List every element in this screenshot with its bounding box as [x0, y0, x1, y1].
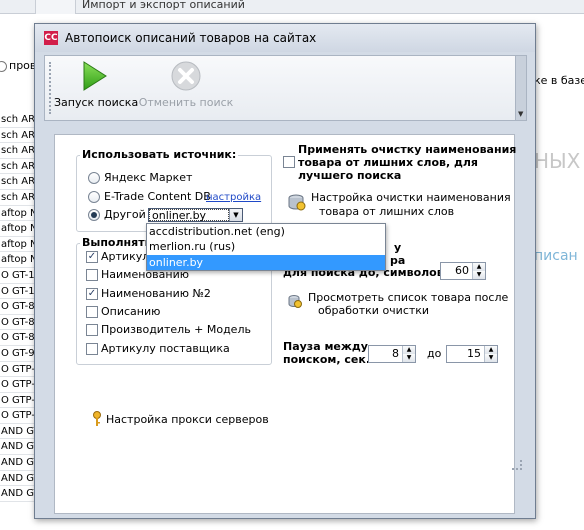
cancel-search-button[interactable]: Отменить поиск — [138, 60, 234, 112]
source-site-value: onliner.by — [149, 209, 229, 222]
chevron-down-icon[interactable]: ▼ — [518, 110, 523, 118]
source-etrade-label: E-Trade Content DB — [104, 190, 211, 203]
dropdown-option[interactable]: accdistribution.net (eng) — [147, 224, 385, 239]
trim-label-line1: у — [394, 241, 402, 254]
dialog-titlebar[interactable]: CC Автопоиск описаний товаров на сайтах — [35, 24, 535, 52]
source-settings-link[interactable]: настройка — [206, 191, 261, 205]
source-site-select[interactable]: onliner.by ▼ — [148, 208, 243, 222]
dropdown-option[interactable]: onliner.by — [147, 254, 385, 270]
cleanup-label-line1: Применять очистку наименования — [298, 143, 517, 156]
cleanup-checkbox[interactable] — [283, 156, 295, 168]
pause-to-spinner[interactable]: 15 ▲ ▼ — [446, 345, 498, 363]
cleanup-label-line2: товара от лишних слов, для — [298, 156, 478, 169]
source-other-label: Другой — [104, 208, 146, 221]
cancel-icon — [171, 61, 201, 91]
view-cleaned-list-link-line1[interactable]: Просмотреть список товара после — [308, 291, 508, 305]
start-search-button[interactable]: Запуск поиска — [54, 60, 139, 112]
toolbar-grip[interactable] — [49, 62, 51, 114]
chevron-up-icon[interactable]: ▲ — [485, 346, 497, 354]
cancel-search-label: Отменить поиск — [138, 96, 234, 109]
search-by-description-label: Описанию — [101, 305, 161, 318]
chevron-down-icon[interactable]: ▼ — [485, 354, 497, 362]
cleanup-label-line3: лучшего поиска — [298, 169, 402, 182]
dialog-title: Автопоиск описаний товаров на сайтах — [65, 31, 317, 45]
trim-length-spin-buttons[interactable]: ▲ ▼ — [472, 263, 485, 279]
play-icon — [83, 61, 107, 91]
search-by-name2-checkbox[interactable]: ✓ — [86, 288, 98, 300]
search-by-name2-label: Наименованию №2 — [101, 287, 211, 300]
database-settings-icon[interactable] — [287, 192, 307, 212]
start-search-label: Запуск поиска — [54, 96, 139, 109]
search-by-name-checkbox[interactable] — [86, 269, 98, 281]
source-site-dropdown: accdistribution.net (eng) merlion.ru (rus… — [146, 223, 386, 271]
pause-from-spinner[interactable]: 8 ▲ ▼ — [368, 345, 416, 363]
search-by-supplier-article-checkbox[interactable] — [86, 343, 98, 355]
source-yandex-label: Яндекс Маркет — [104, 171, 193, 184]
cleanup-settings-link-line2[interactable]: товара от лишних слов — [319, 205, 454, 219]
source-radio-other[interactable] — [88, 209, 100, 221]
trim-length-value: 60 — [455, 264, 469, 277]
pause-from-spin-buttons[interactable]: ▲ ▼ — [402, 346, 415, 362]
chevron-up-icon[interactable]: ▲ — [473, 263, 485, 271]
source-radio-etrade[interactable] — [88, 191, 100, 203]
chevron-up-icon[interactable]: ▲ — [403, 346, 415, 354]
background-text: ке в базе — [534, 74, 584, 87]
search-by-maker-model-checkbox[interactable] — [86, 324, 98, 336]
background-tab[interactable] — [0, 0, 36, 14]
dropdown-option[interactable]: merlion.ru (rus) — [147, 239, 385, 254]
view-list-icon[interactable] — [287, 293, 303, 309]
cleanup-settings-link-line1[interactable]: Настройка очистки наименования — [311, 191, 511, 205]
background-heading: НЫХ — [534, 149, 581, 173]
pause-from-value: 8 — [392, 347, 399, 360]
pause-to-label: до — [427, 347, 442, 360]
key-icon[interactable] — [92, 411, 102, 427]
chevron-down-icon[interactable]: ▼ — [473, 271, 485, 279]
app-logo-icon: CC — [44, 31, 58, 45]
background-radio[interactable] — [0, 61, 7, 72]
pause-to-value: 15 — [467, 347, 481, 360]
source-radio-yandex[interactable] — [88, 172, 100, 184]
toolbar: Запуск поиска Отменить поиск ▼ — [44, 55, 527, 121]
search-by-description-checkbox[interactable] — [86, 306, 98, 318]
chevron-down-icon[interactable]: ▼ — [403, 354, 415, 362]
pause-label-line1: Пауза между — [283, 340, 368, 353]
view-cleaned-list-link-line2[interactable]: обработки очистки — [318, 304, 429, 318]
background-link: писан — [534, 248, 578, 264]
pause-to-spin-buttons[interactable]: ▲ ▼ — [484, 346, 497, 362]
search-by-maker-model-label: Производитель + Модель — [101, 323, 251, 336]
search-by-supplier-article-label: Артикулу поставщика — [101, 342, 230, 355]
toolbar-scrollbar[interactable]: ▼ — [515, 56, 526, 120]
source-group-title: Использовать источник: — [80, 148, 239, 162]
trim-length-spinner[interactable]: 60 ▲ ▼ — [440, 262, 486, 280]
search-by-article-checkbox[interactable]: ✓ — [86, 251, 98, 263]
pause-label-line2: поиском, сек.: — [283, 353, 375, 366]
search-by-group-title: Выполнять — [80, 236, 154, 250]
resize-grip[interactable] — [512, 460, 522, 470]
background-tab[interactable] — [36, 0, 76, 14]
background-tab-import-export[interactable]: Импорт и экспорт описаний — [76, 0, 245, 12]
chevron-down-icon[interactable]: ▼ — [229, 209, 242, 221]
proxy-settings-link[interactable]: Настройка прокси серверов — [106, 413, 269, 427]
